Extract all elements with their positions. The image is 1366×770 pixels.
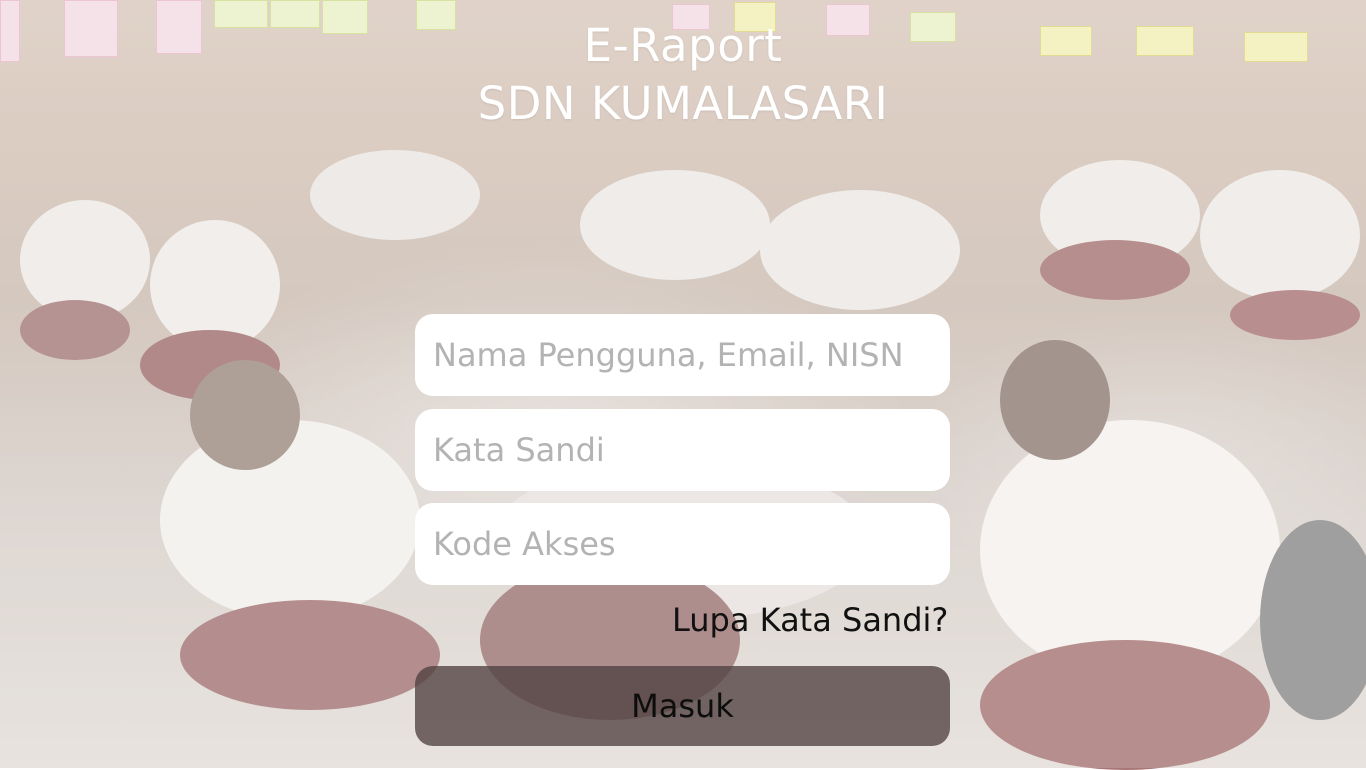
app-title: E-Raport — [583, 19, 783, 72]
access-code-field[interactable] — [415, 503, 950, 585]
forgot-password-link[interactable]: Lupa Kata Sandi? — [672, 598, 948, 642]
password-input[interactable] — [431, 430, 950, 470]
login-button[interactable]: Masuk — [415, 666, 950, 746]
password-field[interactable] — [415, 409, 950, 491]
username-field[interactable] — [415, 314, 950, 396]
school-name: SDN KUMALASARI — [477, 77, 889, 130]
username-input[interactable] — [431, 335, 950, 375]
access-code-input[interactable] — [431, 524, 950, 564]
